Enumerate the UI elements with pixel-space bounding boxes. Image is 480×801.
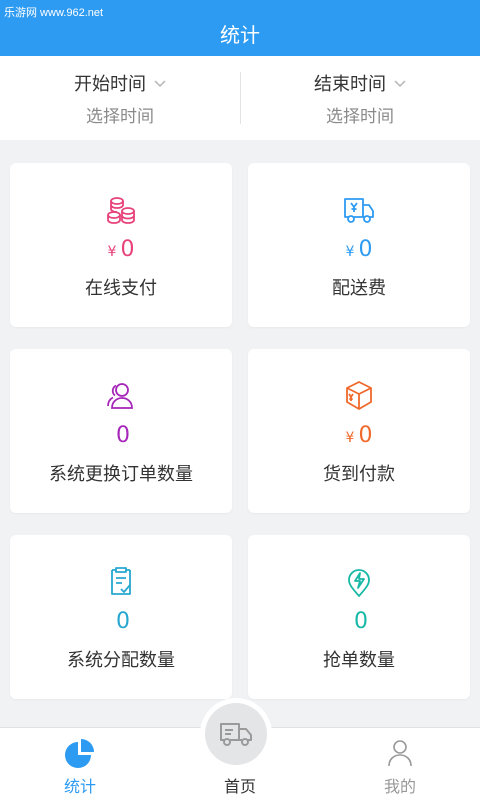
delivery-truck-icon — [344, 198, 374, 223]
stat-label: 配送费 — [332, 278, 386, 299]
stat-card-online-payment[interactable]: ¥ 0 在线支付 — [10, 163, 232, 327]
cash-box-icon — [346, 381, 372, 410]
stat-number: 0 — [116, 423, 130, 448]
stat-number: 0 — [358, 423, 373, 448]
stat-value: ¥ 0 — [346, 237, 373, 262]
stat-value: 0 — [112, 609, 130, 634]
stat-card-system-allocation[interactable]: 0 系统分配数量 — [10, 535, 232, 699]
end-time-value: 选择时间 — [326, 106, 394, 127]
pie-chart-icon — [65, 739, 94, 768]
currency-symbol: ¥ — [345, 430, 355, 446]
end-time-picker[interactable]: 结束时间 选择时间 — [240, 56, 480, 140]
clipboard-check-icon — [111, 567, 131, 595]
stats-grid: ¥ 0 在线支付 ¥ 0 配送费 0 系统更换订单数量 ¥ 0 货到付款 0 系… — [10, 163, 470, 699]
stat-card-cash-on-delivery[interactable]: ¥ 0 货到付款 — [248, 349, 470, 513]
stat-card-system-order-change[interactable]: 0 系统更换订单数量 — [10, 349, 232, 513]
stat-number: 0 — [116, 609, 130, 634]
stat-value: ¥ 0 — [108, 237, 135, 262]
end-time-label: 结束时间 — [314, 73, 386, 95]
stat-label: 在线支付 — [85, 278, 157, 299]
watermark-text: 乐游网 www.962.net — [4, 7, 104, 19]
users-icon — [107, 383, 133, 409]
tab-stats[interactable]: 统计 — [0, 728, 160, 801]
tab-home-label: 首页 — [223, 777, 256, 796]
stat-label: 系统更换订单数量 — [49, 464, 193, 485]
stat-label: 抢单数量 — [323, 650, 395, 671]
stat-value: 0 — [112, 423, 130, 448]
stat-value: 0 — [350, 609, 368, 634]
currency-symbol: ¥ — [345, 244, 355, 260]
stat-number: 0 — [358, 237, 373, 262]
stat-number: 0 — [354, 609, 368, 634]
home-center-button[interactable] — [200, 698, 272, 770]
stat-card-delivery-fee[interactable]: ¥ 0 配送费 — [248, 163, 470, 327]
chevron-down-icon — [394, 79, 406, 87]
tab-mine[interactable]: 我的 — [320, 728, 480, 801]
page-title: 统计 — [220, 22, 260, 47]
start-time-picker[interactable]: 开始时间 选择时间 — [0, 56, 240, 140]
user-icon — [388, 740, 412, 767]
stat-number: 0 — [120, 237, 135, 262]
grab-order-icon — [348, 569, 370, 597]
stat-card-grab-orders[interactable]: 0 抢单数量 — [248, 535, 470, 699]
time-filter-bar: 开始时间 选择时间 结束时间 选择时间 — [0, 56, 480, 140]
currency-symbol: ¥ — [107, 244, 117, 260]
tab-stats-label: 统计 — [63, 777, 96, 796]
truck-icon — [220, 723, 252, 746]
coins-icon — [107, 197, 135, 224]
stat-label: 系统分配数量 — [67, 650, 175, 671]
chevron-down-icon — [154, 79, 166, 87]
tab-mine-label: 我的 — [383, 777, 416, 796]
start-time-label: 开始时间 — [74, 73, 146, 95]
stat-value: ¥ 0 — [346, 423, 373, 448]
start-time-value: 选择时间 — [86, 106, 154, 127]
stat-label: 货到付款 — [323, 464, 395, 485]
